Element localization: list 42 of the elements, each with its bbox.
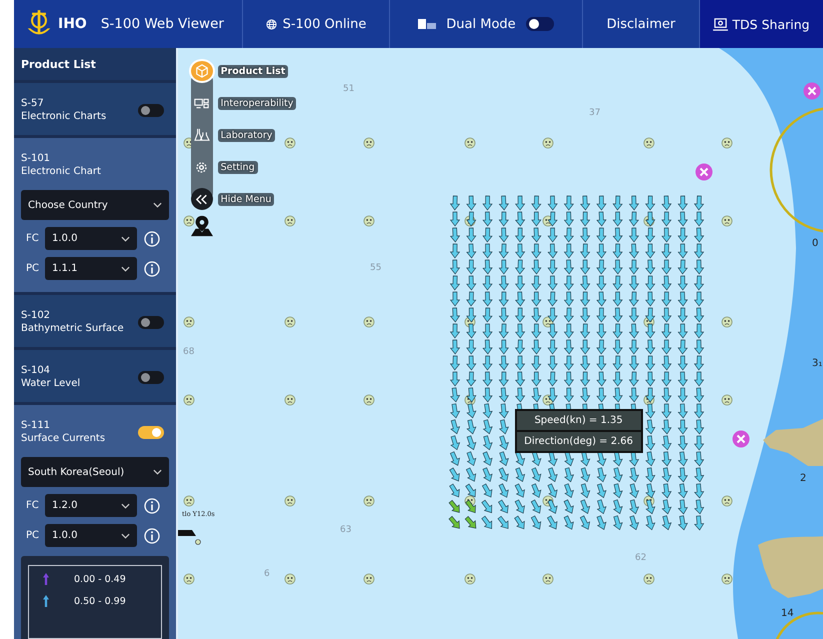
- version-dropdown[interactable]: 1.2.0: [45, 494, 137, 517]
- depth-sounding: 37: [588, 108, 600, 118]
- logo-text: IHO: [58, 16, 87, 32]
- country-dropdown[interactable]: Choose Country: [21, 190, 169, 220]
- product-name: Surface Currents: [21, 432, 106, 445]
- product-code: S-101: [21, 152, 52, 165]
- depth-sounding: 0: [812, 238, 818, 249]
- sidebar-title: Product List: [14, 48, 176, 80]
- legend-range: 0.00 - 0.49: [74, 574, 126, 584]
- version-dropdown[interactable]: 1.0.0: [45, 524, 137, 547]
- depth-sounding: 3₁: [812, 358, 822, 369]
- version-label: FC: [25, 233, 40, 244]
- depth-sounding: 68: [182, 347, 194, 357]
- depth-sounding: 51: [342, 84, 354, 94]
- country-dropdown[interactable]: South Korea(Seoul): [21, 457, 169, 487]
- app-title: S-100 Web Viewer: [100, 16, 224, 32]
- product-name: Water Level: [21, 377, 80, 390]
- nav-item[interactable]: TDS Sharing: [700, 0, 823, 48]
- depth-sounding: 62: [634, 553, 646, 563]
- product-code: S-57: [21, 97, 45, 110]
- version-label: PC: [25, 263, 40, 274]
- menu-item[interactable]: Laboratory: [188, 123, 309, 147]
- menu-item[interactable]: Product List: [188, 59, 309, 83]
- version-label: FC: [25, 500, 40, 511]
- menu-item[interactable]: Hide Menu: [188, 187, 309, 211]
- product-code: S-102: [21, 309, 52, 322]
- menu-item[interactable]: Interoperability: [188, 91, 309, 115]
- product-code: S-104: [21, 364, 52, 377]
- product-name: Bathymetric Surface: [21, 322, 124, 335]
- version-label: PC: [25, 530, 40, 541]
- product-code: S-111: [21, 419, 52, 432]
- depth-sounding: 55: [370, 263, 382, 273]
- menu-item[interactable]: Setting: [188, 155, 309, 179]
- legend-range: 0.50 - 0.99: [74, 596, 126, 606]
- product-name: Electronic Charts: [21, 110, 106, 123]
- depth-sounding: 63: [340, 525, 352, 535]
- depth-sounding: 6: [264, 569, 270, 579]
- depth-sounding: 14: [780, 608, 794, 619]
- version-dropdown[interactable]: 1.1.1: [45, 257, 137, 280]
- product-name: Electronic Chart: [21, 165, 101, 178]
- depth-sounding: 2: [800, 473, 806, 484]
- version-dropdown[interactable]: 1.0.0: [45, 227, 137, 250]
